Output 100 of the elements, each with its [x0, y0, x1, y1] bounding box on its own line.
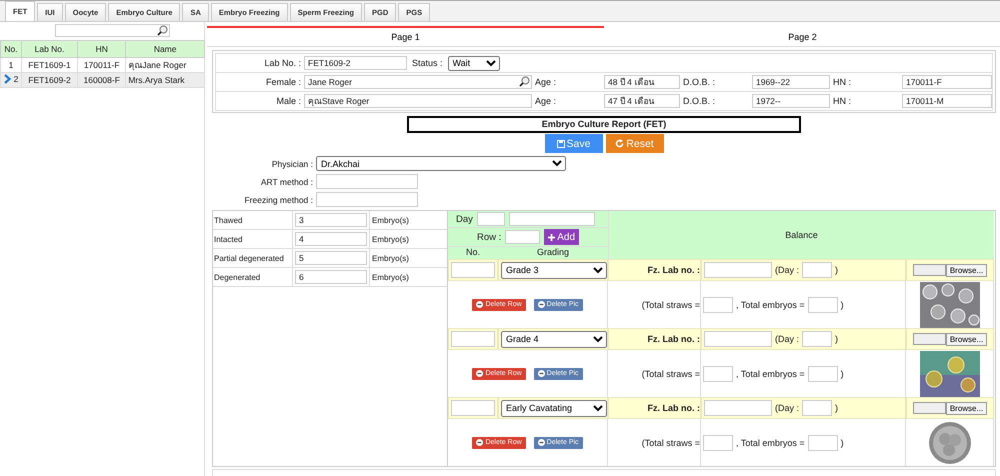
field-label: D.O.B. : — [683, 96, 716, 106]
input-field[interactable]: 4 — [295, 232, 367, 246]
field-label: ) — [835, 403, 838, 413]
input-field[interactable]: 170011-F — [902, 75, 992, 89]
browse-button[interactable]: Browse... — [946, 332, 988, 346]
input-field[interactable] — [316, 174, 418, 189]
field-label: Fz. Lab no. : — [648, 403, 700, 413]
input-field[interactable] — [802, 331, 832, 347]
input-field[interactable] — [451, 331, 495, 347]
unit-label: Embryo(s) — [371, 234, 409, 244]
minus-circle-icon — [476, 370, 484, 377]
field-label: (Total straws = — [642, 368, 700, 378]
table-cell: 160008-F — [84, 75, 120, 85]
grading-select[interactable]: Early Cavatating — [501, 400, 607, 416]
field-label: ) — [840, 438, 844, 448]
field-label: ) — [835, 334, 838, 344]
minus-circle-icon — [538, 301, 545, 308]
input-field[interactable] — [802, 262, 832, 278]
count-label: Intacted — [213, 234, 244, 244]
field-label: , Total embryos = — [736, 438, 805, 448]
field-label: (Day : — [775, 334, 800, 344]
table-cell: 1 — [8, 60, 14, 70]
input-field[interactable]: 1969--22 — [752, 75, 830, 89]
field-label: Age : — [535, 77, 558, 87]
file-field[interactable] — [912, 402, 946, 414]
input-field[interactable] — [451, 400, 495, 416]
input-field[interactable]: Jane Roger — [304, 75, 532, 89]
input-field[interactable] — [808, 434, 838, 450]
field-label: Fz. Lab no. : — [648, 265, 700, 275]
input-field[interactable] — [704, 400, 772, 416]
input-field[interactable] — [703, 434, 733, 450]
field-label: , Total embryos = — [736, 300, 805, 310]
count-label: Degenerated — [213, 272, 262, 282]
input-field[interactable]: 48 ปี 4 เดือน — [604, 75, 680, 89]
count-label: Thawed — [213, 216, 244, 224]
column-header: HN — [78, 40, 126, 58]
browse-button[interactable]: Browse... — [946, 264, 988, 276]
input-field[interactable] — [808, 366, 838, 382]
refresh-icon — [615, 139, 624, 148]
input-field[interactable] — [703, 296, 733, 312]
input-field[interactable] — [476, 212, 505, 226]
table-cell: 170011-F — [84, 60, 120, 70]
table-cell: 2 — [14, 74, 18, 84]
minus-circle-icon — [476, 439, 484, 446]
search-icon[interactable] — [157, 25, 168, 36]
input-field[interactable]: 47 ปี 4 เดือน — [604, 94, 680, 108]
field-label: ) — [840, 368, 844, 378]
field-label: Lab No. : — [263, 58, 301, 68]
field-label: Male : — [275, 96, 301, 106]
field-label: , Total embryos = — [736, 368, 805, 378]
file-field[interactable] — [912, 333, 946, 345]
physician-select[interactable]: Dr.Akchai — [316, 156, 566, 171]
input-field[interactable]: คุณStave Roger — [304, 94, 532, 108]
file-field[interactable] — [912, 264, 946, 276]
grading-select[interactable]: Grade 4 — [501, 330, 607, 348]
column-header: Name — [126, 40, 204, 58]
field-label: (Total straws = — [642, 438, 700, 448]
field-label: Day — [456, 214, 473, 224]
field-label: D.O.B. : — [683, 77, 716, 87]
input-field[interactable]: 1972-- — [752, 94, 830, 108]
field-label: (Total straws = — [642, 300, 700, 310]
input-field[interactable] — [703, 366, 733, 382]
field-label: ) — [840, 300, 844, 310]
table-cell: Mrs.Arya Stark — [128, 75, 185, 85]
minus-circle-icon — [538, 439, 545, 446]
input-field[interactable] — [704, 262, 772, 278]
input-field[interactable] — [808, 296, 838, 312]
field-label: HN : — [833, 77, 852, 87]
column-header: No. — [0, 40, 22, 58]
search-icon[interactable] — [519, 76, 530, 87]
column-header: Balance — [785, 230, 818, 240]
search-field[interactable] — [55, 24, 170, 37]
input-field[interactable] — [802, 400, 832, 416]
field-label: Age : — [535, 96, 558, 106]
column-header: Grading — [536, 247, 570, 259]
field-label: Freezing method : — [244, 194, 313, 204]
column-header: Lab No. — [21, 40, 78, 58]
input-field[interactable]: 170011-M — [902, 94, 992, 108]
table-cell: คุณJane Roger — [128, 60, 186, 70]
input-field[interactable]: 6 — [295, 270, 367, 284]
field-label: Fz. Lab no. : — [648, 334, 700, 344]
patient-row[interactable]: 2 FET1609-2 160008-F Mrs.Arya Stark — [0, 72, 204, 88]
field-label: Physician : — [272, 158, 313, 168]
input-field[interactable]: FET1609-2 — [304, 56, 407, 70]
input-field[interactable] — [704, 331, 772, 347]
status-select[interactable]: Wait — [448, 56, 500, 70]
input-field[interactable] — [451, 262, 495, 278]
input-field[interactable]: 3 — [295, 213, 367, 227]
input-field[interactable] — [508, 212, 595, 226]
input-field[interactable]: 5 — [295, 251, 367, 265]
add-button[interactable]: Add — [544, 229, 580, 245]
field-label: ) — [835, 265, 838, 275]
field-label: Status : — [412, 58, 443, 68]
browse-button[interactable]: Browse... — [946, 402, 988, 414]
table-cell: FET1609-2 — [28, 75, 71, 85]
input-field[interactable] — [316, 192, 418, 207]
report-title: Embryo Culture Report (FET) — [407, 116, 801, 133]
grading-select[interactable]: Grade 3 — [501, 262, 607, 278]
count-label: Partial degenerated — [213, 254, 285, 262]
input-field[interactable] — [505, 230, 540, 244]
